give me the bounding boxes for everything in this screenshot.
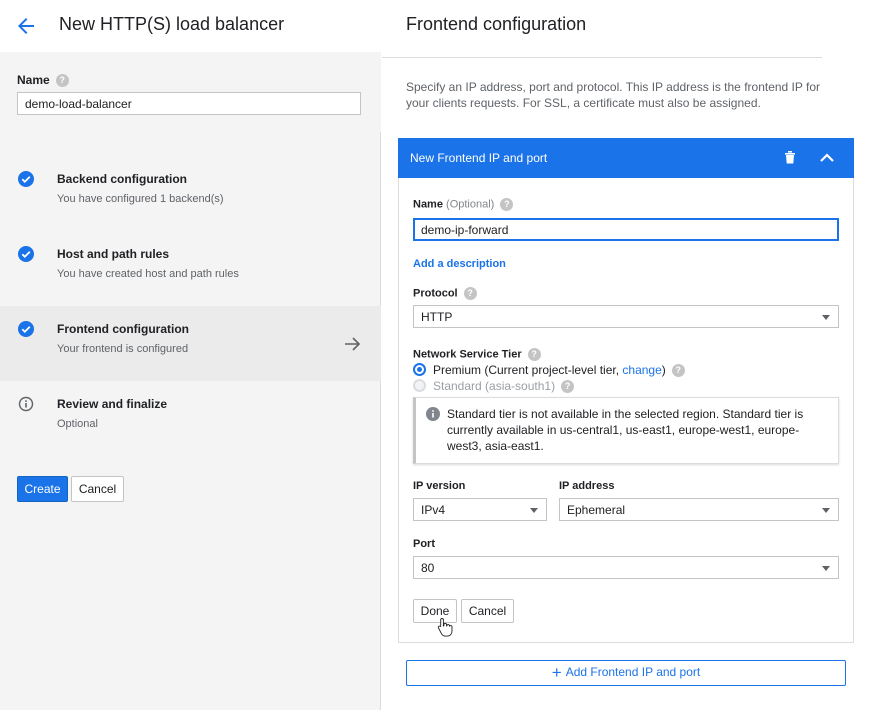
step-subtitle: Optional — [57, 418, 98, 430]
standard-radio-row: Standard (asia-south1)? — [413, 379, 575, 394]
premium-radio-row[interactable]: Premium (Current project-level tier, cha… — [413, 363, 685, 378]
check-circle-icon — [18, 171, 34, 187]
check-circle-icon — [18, 246, 34, 262]
left-sidebar: New HTTP(S) load balancer Name? Backend … — [0, 0, 381, 710]
frontend-description: Specify an IP address, port and protocol… — [406, 80, 821, 110]
ip-version-select[interactable]: IPv4 — [413, 498, 547, 521]
step-subtitle: You have configured 1 backend(s) — [57, 193, 224, 205]
name-label-text: Name — [17, 73, 50, 87]
hand-cursor-icon — [437, 618, 453, 637]
cancel-button[interactable]: Cancel — [71, 476, 124, 502]
premium-label-end: ) — [661, 363, 666, 377]
back-arrow-icon[interactable] — [14, 14, 38, 38]
help-icon[interactable]: ? — [463, 287, 477, 300]
dropdown-caret-icon — [530, 508, 538, 513]
dropdown-caret-icon — [822, 315, 830, 320]
panel-title: New Frontend IP and port — [410, 151, 548, 165]
sidebar-header: New HTTP(S) load balancer — [0, 0, 381, 52]
create-button[interactable]: Create — [17, 476, 68, 502]
protocol-select[interactable]: HTTP — [413, 305, 839, 328]
step-backend[interactable]: Backend configuration You have configure… — [0, 156, 381, 231]
ip-address-label: IP address — [559, 480, 615, 492]
port-label: Port — [413, 538, 435, 550]
change-link[interactable]: change — [622, 363, 661, 377]
ip-name-label: Name (Optional)? — [413, 198, 514, 211]
ip-address-select[interactable]: Ephemeral — [559, 498, 839, 521]
info-text: Standard tier is not available in the se… — [447, 407, 804, 453]
optional-tag: (Optional) — [446, 198, 495, 211]
protocol-value: HTTP — [421, 310, 453, 324]
tier-label: Network Service Tier? — [413, 348, 541, 361]
step-title: Review and finalize — [57, 397, 168, 411]
standard-label: Standard (asia-south1) — [433, 379, 556, 393]
port-select[interactable]: 80 — [413, 556, 839, 579]
frontend-ip-panel: New Frontend IP and port Name (Optional)… — [398, 138, 854, 643]
step-title: Backend configuration — [57, 172, 188, 186]
ip-name-label-text: Name — [413, 198, 443, 211]
step-review[interactable]: Review and finalize Optional — [0, 381, 381, 456]
title-divider — [382, 57, 822, 58]
tier-label-text: Network Service Tier — [413, 348, 522, 361]
help-icon[interactable]: ? — [671, 364, 685, 378]
add-description-link[interactable]: Add a description — [413, 258, 506, 270]
panel-cancel-button[interactable]: Cancel — [461, 599, 514, 623]
info-box: Standard tier is not available in the se… — [413, 397, 839, 464]
step-title: Frontend configuration — [57, 322, 189, 336]
step-subtitle: Your frontend is configured — [57, 343, 189, 355]
ip-name-input[interactable] — [413, 218, 839, 241]
panel-header[interactable]: New Frontend IP and port — [398, 138, 854, 178]
plus-icon: + — [551, 663, 562, 682]
premium-radio[interactable] — [413, 363, 426, 376]
premium-label: Premium (Current project-level tier, — [433, 363, 623, 377]
standard-radio — [413, 379, 426, 392]
name-label: Name? — [17, 73, 69, 88]
add-frontend-button[interactable]: + Add Frontend IP and port — [406, 660, 846, 686]
add-frontend-label: Add Frontend IP and port — [565, 665, 701, 679]
name-input[interactable] — [17, 92, 361, 115]
help-icon[interactable]: ? — [55, 74, 69, 88]
ip-address-value: Ephemeral — [567, 503, 626, 517]
ip-version-label: IP version — [413, 480, 466, 492]
check-circle-icon — [18, 321, 34, 337]
step-frontend[interactable]: Frontend configuration Your frontend is … — [0, 306, 381, 381]
page-title: New HTTP(S) load balancer — [59, 14, 285, 34]
protocol-label: Protocol? — [413, 287, 477, 300]
step-host-path[interactable]: Host and path rules You have created hos… — [0, 231, 381, 306]
help-icon[interactable]: ? — [527, 348, 541, 361]
help-icon[interactable]: ? — [500, 198, 514, 211]
ip-version-value: IPv4 — [421, 503, 446, 517]
frontend-title: Frontend configuration — [406, 14, 587, 34]
dropdown-caret-icon — [822, 566, 830, 571]
arrow-right-icon — [345, 337, 361, 351]
info-icon — [426, 407, 440, 421]
delete-icon[interactable] — [784, 150, 796, 164]
step-subtitle: You have created host and path rules — [57, 268, 239, 280]
info-circle-icon — [18, 396, 34, 412]
chevron-up-icon[interactable] — [819, 150, 835, 164]
dropdown-caret-icon — [822, 508, 830, 513]
port-value: 80 — [421, 561, 435, 575]
protocol-label-text: Protocol — [413, 287, 458, 300]
name-section: Name? — [0, 52, 381, 132]
step-title: Host and path rules — [57, 247, 170, 261]
help-icon[interactable]: ? — [561, 380, 575, 394]
